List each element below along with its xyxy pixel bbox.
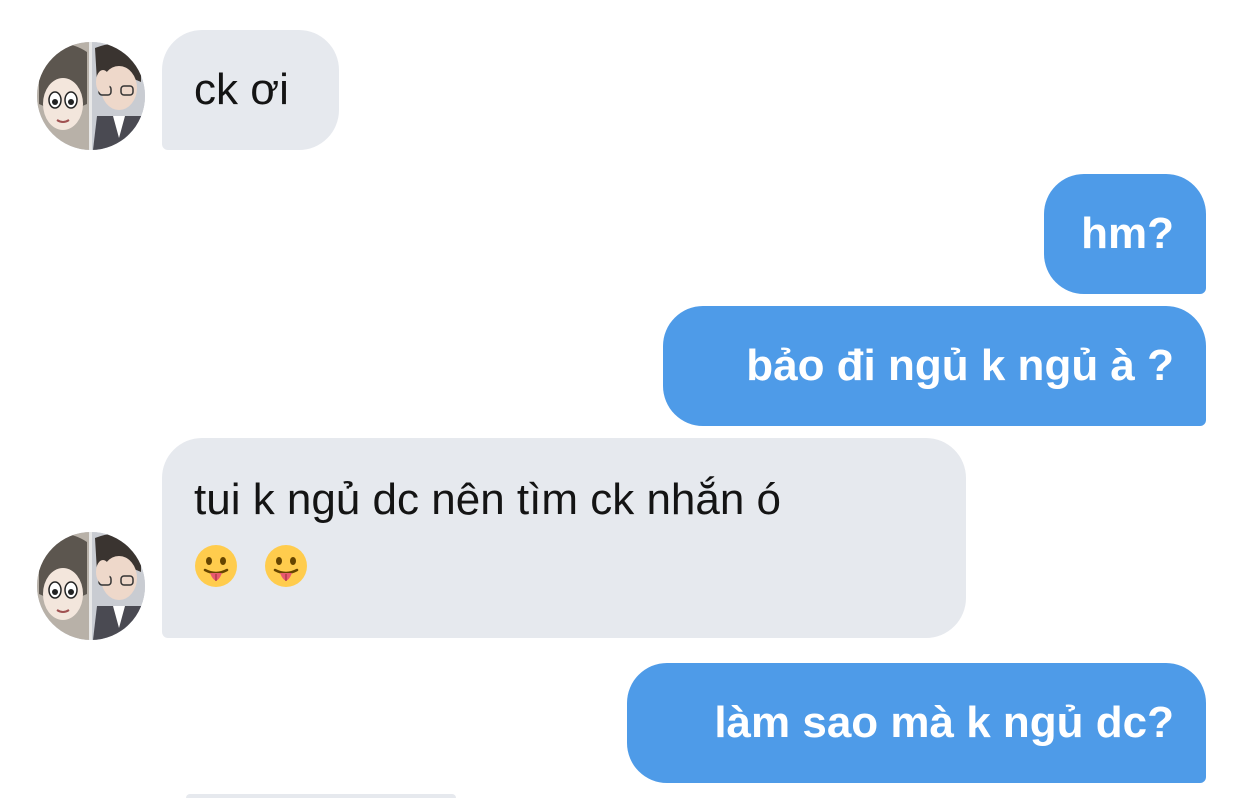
contact-avatar[interactable]	[37, 42, 145, 150]
message-text: tui k ngủ dc nên tìm ck nhắn ó	[194, 475, 782, 524]
message-bubble-outgoing[interactable]: làm sao mà k ngủ dc?	[627, 663, 1206, 783]
message-bubble-outgoing[interactable]: hm?	[1044, 174, 1206, 294]
message-bubble-incoming[interactable]: ck ơi	[162, 30, 339, 150]
message-bubble-outgoing[interactable]: bảo đi ngủ k ngủ à ?	[663, 306, 1206, 426]
message-text: bảo đi ngủ k ngủ à ?	[746, 341, 1174, 390]
message-text: hm?	[1081, 209, 1174, 258]
emoji-row: 😛 😛	[194, 540, 934, 596]
message-thread: ck ơi hm? bảo đi ngủ k ngủ à ? tui k ngủ…	[0, 0, 1242, 798]
face-with-tongue-icon	[264, 544, 308, 588]
avatar-image-icon	[37, 42, 145, 150]
message-bubble-incoming[interactable]: tui k ngủ dc nên tìm ck nhắn ó 😛 😛	[162, 438, 966, 638]
face-with-tongue-icon	[194, 544, 238, 588]
message-bubble-incoming-partial[interactable]	[186, 794, 456, 798]
message-text: làm sao mà k ngủ dc?	[714, 698, 1174, 747]
message-text: ck ơi	[194, 65, 289, 114]
contact-avatar[interactable]	[37, 532, 145, 640]
avatar-image-icon	[37, 532, 145, 640]
